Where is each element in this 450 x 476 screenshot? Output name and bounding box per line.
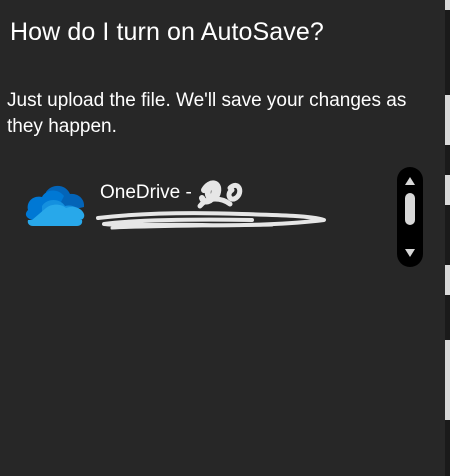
triangle-up-icon bbox=[405, 177, 415, 185]
triangle-down-icon bbox=[405, 249, 415, 257]
window-edge bbox=[445, 0, 450, 476]
scrollbar-thumb[interactable] bbox=[405, 193, 415, 225]
dialog-title: How do I turn on AutoSave? bbox=[10, 18, 324, 46]
scroll-up-button[interactable] bbox=[397, 171, 423, 191]
onedrive-cloud-icon bbox=[25, 185, 85, 226]
location-list-scrollbar[interactable] bbox=[397, 167, 423, 267]
dialog-description: Just upload the file. We'll save your ch… bbox=[7, 90, 407, 137]
onedrive-location-item[interactable]: OneDrive - bbox=[22, 178, 392, 234]
scroll-down-button[interactable] bbox=[397, 243, 423, 263]
autosave-help-panel: How do I turn on AutoSave? Just upload t… bbox=[0, 0, 445, 476]
redaction-scribble bbox=[96, 180, 326, 230]
